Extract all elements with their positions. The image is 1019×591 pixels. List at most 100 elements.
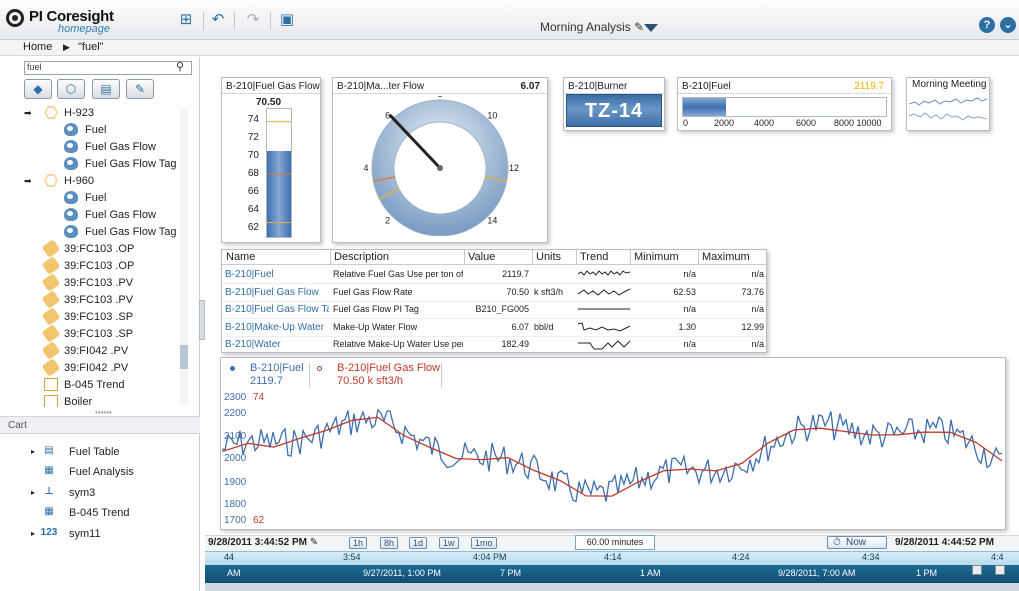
tree-item[interactable]: 39:FC103 .OP bbox=[22, 239, 192, 258]
row-minimum: n/a bbox=[683, 269, 696, 279]
row-minimum: n/a bbox=[683, 339, 696, 349]
expand-arrow-icon[interactable]: ➡ bbox=[24, 176, 32, 187]
end-time[interactable]: 9/28/2011 4:44:52 PM bbox=[895, 537, 994, 548]
row-trend-sparkline bbox=[578, 340, 631, 350]
legend-name[interactable]: B-210|Fuel bbox=[250, 362, 304, 374]
breadcrumb-current: "fuel" bbox=[78, 41, 104, 53]
tree-item[interactable]: ➡ H-960 bbox=[22, 173, 192, 190]
undo-icon[interactable]: ↶ bbox=[208, 11, 228, 29]
time-axis-scrollbar[interactable] bbox=[205, 583, 1019, 591]
column-header[interactable]: Description bbox=[334, 251, 389, 263]
tree-item[interactable]: 39:FC103 .SP bbox=[22, 307, 192, 326]
redo-icon[interactable]: ↷ bbox=[243, 11, 263, 29]
column-header[interactable]: Value bbox=[468, 251, 495, 263]
tree-item[interactable]: Fuel Gas Flow bbox=[22, 207, 192, 224]
row-trend-sparkline bbox=[578, 308, 630, 310]
comment-icon[interactable]: ▣ bbox=[277, 11, 297, 29]
tree-item[interactable]: Fuel Gas Flow Tag bbox=[22, 224, 192, 241]
row-value: 182.49 bbox=[501, 339, 529, 349]
tree-item[interactable]: B-045 Trend bbox=[22, 377, 192, 394]
tree-item-label: 39:FC103 .OP bbox=[64, 260, 135, 272]
range-button-1w[interactable]: 1w bbox=[439, 537, 459, 549]
tree-item[interactable]: 39:FC103 .OP bbox=[22, 256, 192, 275]
tree-item-label: 39:FC103 .PV bbox=[64, 277, 134, 289]
new-display-icon[interactable]: ⊞ bbox=[176, 11, 196, 29]
display-menu-chevron-icon[interactable] bbox=[644, 24, 658, 32]
cart-item[interactable]: ▸ 123 sym11 bbox=[0, 525, 200, 543]
expand-arrow-icon[interactable]: ▸ bbox=[31, 529, 35, 538]
filter-displays-button[interactable]: ▤ bbox=[92, 79, 120, 99]
tree-item[interactable]: 39:FI042 .PV bbox=[22, 341, 192, 360]
display-title[interactable]: Morning Analysis ✎ bbox=[540, 20, 644, 34]
range-button-8h[interactable]: 8h bbox=[380, 537, 399, 549]
edit-start-pencil-icon[interactable]: ✎ bbox=[310, 537, 318, 548]
tree-item[interactable]: 39:FI042 .PV bbox=[22, 358, 192, 377]
column-header[interactable]: Units bbox=[536, 251, 561, 263]
start-time[interactable]: 9/28/2011 3:44:52 PM ✎ bbox=[208, 537, 318, 548]
attribute-icon bbox=[64, 191, 78, 204]
expand-arrow-icon[interactable]: ▸ bbox=[31, 488, 35, 497]
cart-item[interactable]: ▸ ⊥ sym3 bbox=[0, 484, 200, 502]
column-header[interactable]: Minimum bbox=[634, 251, 679, 263]
tree-item[interactable]: Boiler bbox=[22, 394, 192, 407]
tree-item[interactable]: Fuel Gas Flow Tag bbox=[22, 156, 192, 173]
cart-item[interactable]: ▦ B-045 Trend bbox=[0, 504, 200, 522]
time-axis-tick-label: 4:24 bbox=[732, 552, 750, 562]
clock-icon: ⏱ bbox=[833, 537, 841, 548]
tree-item[interactable]: Fuel bbox=[22, 190, 192, 207]
attribute-icon bbox=[64, 225, 78, 238]
overview-window-handle[interactable] bbox=[972, 565, 982, 575]
tree-item[interactable]: 39:FC103 .SP bbox=[22, 324, 192, 343]
overview-axis-tick-label: 9/28/2011, 7:00 AM bbox=[778, 568, 856, 578]
column-divider bbox=[532, 250, 533, 264]
expand-arrow-icon[interactable]: ➡ bbox=[24, 108, 32, 119]
legend-name[interactable]: B-210|Fuel Gas Flow bbox=[337, 362, 440, 374]
help-icon[interactable]: ? bbox=[979, 17, 995, 33]
morning-meeting-title: Morning Meeting bbox=[912, 79, 987, 90]
time-axis-tick-label: 44 bbox=[224, 552, 235, 562]
edit-pencil-icon[interactable]: ✎ bbox=[634, 20, 644, 34]
attribute-icon bbox=[64, 157, 78, 170]
tree-item-label: 39:FC103 .OP bbox=[64, 243, 135, 255]
tree-item[interactable]: Fuel bbox=[22, 122, 192, 139]
tank-title: B-210|Fuel Gas Flow bbox=[222, 78, 320, 94]
cart-item[interactable]: ▦ Fuel Analysis bbox=[0, 463, 200, 481]
tree-scroll-thumb[interactable] bbox=[180, 345, 188, 369]
tree-item-label: B-045 Trend bbox=[64, 379, 125, 391]
tree-item[interactable]: 39:FC103 .PV bbox=[22, 290, 192, 309]
chevron-down-icon[interactable]: ⌄ bbox=[1000, 17, 1016, 33]
range-button-1d[interactable]: 1d bbox=[409, 537, 428, 549]
search-input[interactable]: fuel bbox=[24, 61, 192, 75]
now-button[interactable]: ⏱ Now bbox=[827, 536, 887, 549]
filter-elements-button[interactable]: ⬡ bbox=[57, 79, 85, 99]
breadcrumb-home[interactable]: Home bbox=[23, 41, 52, 53]
tank-limit-lines bbox=[267, 121, 291, 224]
time-axis-overview[interactable] bbox=[205, 565, 1019, 583]
tree-item-label: H-960 bbox=[64, 175, 94, 187]
gauge-hub bbox=[437, 165, 443, 171]
range-button-1mo[interactable]: 1mo bbox=[471, 537, 497, 549]
filter-options-button[interactable]: ✎ bbox=[126, 79, 154, 99]
column-header[interactable]: Name bbox=[226, 251, 255, 263]
duration-label[interactable]: 60.00 minutes bbox=[575, 535, 655, 550]
toolbar-divider bbox=[270, 12, 271, 30]
column-divider bbox=[330, 250, 331, 264]
tree-item[interactable]: ➡ H-923 bbox=[22, 105, 192, 122]
range-button-1h[interactable]: 1h bbox=[349, 537, 368, 549]
overview-window-handle[interactable] bbox=[995, 565, 1005, 575]
row-trend-sparkline bbox=[578, 288, 631, 296]
tree-item[interactable]: 39:FC103 .PV bbox=[22, 273, 192, 292]
tree-item[interactable]: Fuel Gas Flow bbox=[22, 139, 192, 156]
cart-item[interactable]: ▸ ▤ Fuel Table bbox=[0, 443, 200, 461]
table-icon: ▤ bbox=[44, 445, 54, 456]
sparkline-path bbox=[578, 340, 631, 350]
gauge-tick-label: 14 bbox=[487, 215, 497, 225]
filter-tags-button[interactable]: ◆ bbox=[24, 79, 52, 99]
column-header[interactable]: Trend bbox=[580, 251, 608, 263]
column-header[interactable]: Maximum bbox=[702, 251, 750, 263]
row-description: Relative Make-Up Water Use per tor bbox=[333, 339, 463, 349]
burner-title: B-210|Burner bbox=[564, 78, 664, 94]
expand-arrow-icon[interactable]: ▸ bbox=[31, 447, 35, 456]
display-icon bbox=[44, 378, 58, 391]
search-icon[interactable]: ⚲ bbox=[176, 60, 184, 73]
